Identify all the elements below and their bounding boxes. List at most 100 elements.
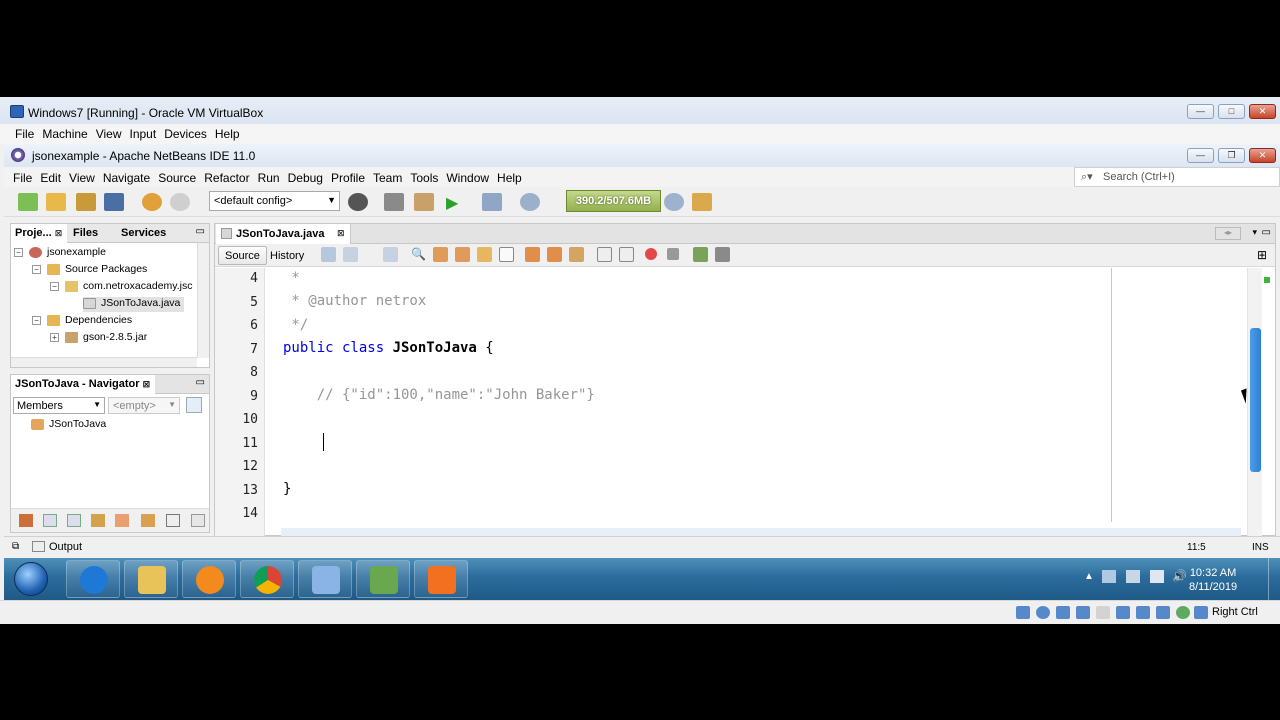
coffee-cup-icon[interactable] <box>692 193 712 211</box>
mouse-integration-icon[interactable] <box>1194 606 1208 619</box>
comment-icon[interactable] <box>693 247 708 262</box>
hdd-status-icon[interactable] <box>1016 606 1030 619</box>
minimize-panel-icon[interactable]: ▭ <box>196 377 205 388</box>
nb-menu-profile[interactable]: Profile <box>328 167 370 185</box>
tree-item-java-file[interactable]: JSonToJava.java <box>83 297 185 312</box>
vb-menu-input[interactable]: Input <box>130 124 165 144</box>
taskbar-clock[interactable]: 10:32 AM 8/11/2019 <box>1189 566 1237 594</box>
navigator-options-icon[interactable] <box>186 397 202 413</box>
vb-menu-help[interactable]: Help <box>215 124 248 144</box>
tab-projects[interactable]: Proje... ⊠ <box>11 224 67 243</box>
config-select[interactable]: <default config> ▼ <box>209 191 340 211</box>
close-icon[interactable]: ⊠ <box>337 228 345 239</box>
nb-menu-run[interactable]: Run <box>255 167 285 185</box>
build-hammer-icon[interactable] <box>384 193 404 211</box>
code-line[interactable]: } <box>283 481 291 497</box>
cpu-status-icon[interactable] <box>1176 606 1190 619</box>
nb-menu-source[interactable]: Source <box>155 167 201 185</box>
history-button[interactable]: History <box>263 246 311 265</box>
open-project-icon[interactable] <box>76 193 96 211</box>
vb-menu-view[interactable]: View <box>96 124 130 144</box>
redo-icon[interactable] <box>170 193 190 211</box>
code-line[interactable]: public class JSonToJava { <box>283 340 494 356</box>
search-box[interactable]: ⌕▾ Search (Ctrl+I) <box>1074 167 1280 187</box>
taskbar-app[interactable] <box>240 560 294 598</box>
vb-menu-machine[interactable]: Machine <box>42 124 95 144</box>
tree-item-dependencies[interactable]: − Dependencies <box>32 314 132 329</box>
nb-close-button[interactable]: ✕ <box>1249 148 1276 163</box>
taskbar-app[interactable] <box>66 560 120 598</box>
save-all-icon[interactable] <box>104 193 124 211</box>
code-line[interactable]: * @author netrox <box>283 293 426 309</box>
find-previous-icon[interactable] <box>433 247 448 262</box>
nb-menu-team[interactable]: Team <box>370 167 407 185</box>
globe-icon[interactable] <box>348 193 368 211</box>
tree-item-project[interactable]: − jsonexample <box>14 246 106 261</box>
back-icon[interactable] <box>343 247 358 262</box>
uncomment-icon[interactable] <box>715 247 730 262</box>
sort-filter-icon[interactable] <box>115 514 129 527</box>
maximize-button[interactable]: □ <box>1218 104 1245 119</box>
profile-icon[interactable] <box>520 193 540 211</box>
network-status-icon[interactable] <box>1076 606 1090 619</box>
members-select[interactable]: Members ▼ <box>13 397 105 414</box>
nonpublic-filter-icon[interactable] <box>67 514 81 527</box>
record-macro-icon[interactable] <box>645 248 657 260</box>
close-icon[interactable]: ⊠ <box>55 228 63 238</box>
scroll-tabs-icon[interactable]: ◂▸ <box>1215 227 1241 240</box>
tree-item-source-packages[interactable]: − Source Packages <box>32 263 147 278</box>
shared-folders-icon[interactable] <box>1116 606 1130 619</box>
code-line[interactable]: * <box>283 270 299 286</box>
horizontal-scrollbar[interactable] <box>11 357 197 367</box>
code-line[interactable]: // {"id":100,"name":"John Baker"} <box>283 387 595 403</box>
new-file-icon[interactable] <box>18 193 38 211</box>
clean-build-icon[interactable] <box>414 193 434 211</box>
nb-menu-file[interactable]: File <box>4 167 37 185</box>
find-selection-icon[interactable] <box>477 247 492 262</box>
nb-menu-tools[interactable]: Tools <box>407 167 443 185</box>
optical-status-icon[interactable] <box>1036 606 1050 619</box>
sort-order-icon[interactable] <box>191 514 205 527</box>
toggle-bookmark-icon[interactable] <box>569 247 584 262</box>
nb-menu-navigate[interactable]: Navigate <box>100 167 155 185</box>
nb-menu-debug[interactable]: Debug <box>285 167 328 185</box>
tray-network-icon[interactable] <box>1150 570 1164 583</box>
taskbar-app[interactable] <box>124 560 178 598</box>
nb-menu-edit[interactable]: Edit <box>37 167 66 185</box>
undo-icon[interactable] <box>142 193 162 211</box>
search-icon[interactable]: 🔍 <box>411 247 426 262</box>
editor-tab-file[interactable]: JSonToJava.java ⊠ <box>216 224 351 244</box>
audio-status-icon[interactable] <box>1056 606 1070 619</box>
new-project-icon[interactable] <box>46 193 66 211</box>
vb-menu-file[interactable]: File <box>0 124 42 144</box>
tab-services[interactable]: Services <box>121 224 181 243</box>
nb-menu-window[interactable]: Window <box>443 167 494 185</box>
split-editor-icon[interactable]: ⊞ <box>1257 248 1267 262</box>
taskbar-app[interactable] <box>414 560 468 598</box>
display-status-icon[interactable] <box>1136 606 1150 619</box>
tray-flag-icon[interactable] <box>1102 570 1116 583</box>
nb-restore-button[interactable]: ❐ <box>1218 148 1245 163</box>
start-button[interactable] <box>14 562 48 596</box>
vb-menu-devices[interactable]: Devices <box>164 124 215 144</box>
run-icon[interactable]: ▶ <box>446 193 466 212</box>
nb-menu-help[interactable]: Help <box>494 167 527 185</box>
navigator-item-class[interactable]: JSonToJava <box>31 418 106 433</box>
memory-indicator[interactable]: 390.2/507.6MB <box>566 190 661 212</box>
nb-menu-refactor[interactable]: Refactor <box>201 167 254 185</box>
tab-files[interactable]: Files <box>73 224 117 243</box>
taskbar-app[interactable] <box>298 560 352 598</box>
nb-menu-view[interactable]: View <box>66 167 100 185</box>
tray-device-icon[interactable] <box>1126 570 1140 583</box>
taskbar-app[interactable] <box>356 560 410 598</box>
close-button[interactable]: ✕ <box>1249 104 1276 119</box>
tray-expand-icon[interactable]: ▲ <box>1084 571 1094 582</box>
minimize-button[interactable]: — <box>1187 104 1214 119</box>
inherited-filter-icon[interactable] <box>91 514 105 527</box>
close-icon[interactable]: ⊠ <box>143 379 151 389</box>
output-tab[interactable]: Output <box>49 541 82 553</box>
tree-item-package[interactable]: − com.netroxacademy.jsc <box>50 280 193 295</box>
stop-macro-icon[interactable] <box>667 248 679 260</box>
restore-window-icon[interactable]: ⧉ <box>12 541 19 552</box>
taskbar-app[interactable] <box>182 560 236 598</box>
